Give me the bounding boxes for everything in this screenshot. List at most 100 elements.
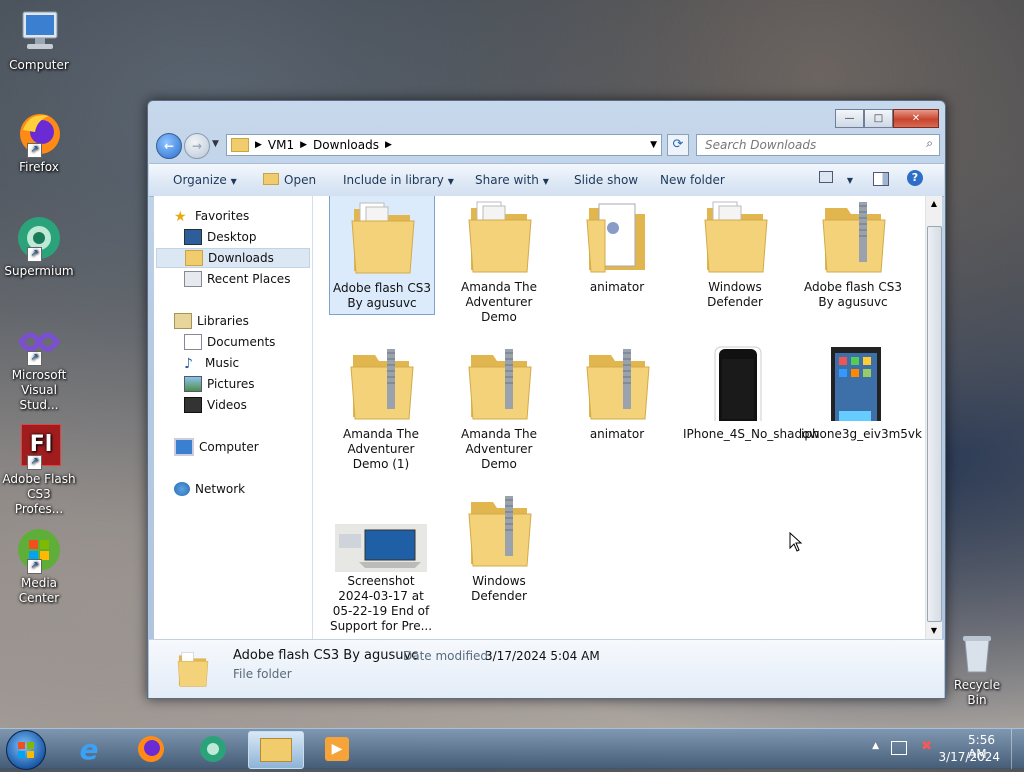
include-in-library-button[interactable]: Include in library ▼ (343, 173, 454, 187)
volume-muted-icon[interactable]: ✖ (921, 739, 932, 754)
visual-studio-icon: ↗ (15, 318, 63, 366)
desktop-icon-supermium[interactable]: ↗ Supermium (2, 214, 76, 279)
forward-button[interactable]: → (184, 133, 210, 159)
file-name: animator (589, 280, 645, 294)
preview-pane-button[interactable] (873, 172, 889, 189)
zip-folder-icon (459, 337, 539, 425)
close-button[interactable]: ✕ (893, 109, 939, 128)
file-name: Amanda The Adventurer Demo (461, 280, 537, 324)
desktop-icon-label: Computer (9, 58, 69, 72)
search-input[interactable]: Search Downloads ⌕ (696, 134, 940, 156)
back-button[interactable]: ← (156, 133, 182, 159)
vertical-scrollbar[interactable]: ▲ ▼ (925, 196, 942, 639)
start-button[interactable] (6, 730, 46, 770)
scroll-down-arrow[interactable]: ▼ (926, 623, 942, 639)
file-name: animator (589, 427, 645, 441)
zip-folder-icon (459, 484, 539, 572)
file-item[interactable]: animator (565, 337, 669, 442)
file-item[interactable]: animator (565, 196, 669, 295)
file-item[interactable]: Windows Defender (447, 484, 551, 604)
screenshot-image-icon (335, 484, 427, 572)
nav-music[interactable]: ♪ Music (184, 353, 239, 373)
recent-pages-dropdown[interactable]: ▼ (212, 139, 219, 149)
address-dropdown-icon[interactable]: ▼ (650, 140, 657, 150)
address-bar[interactable]: ▶ VM1 ▶ Downloads ▶ ▼ (226, 134, 662, 156)
newfolder-label: New folder (660, 173, 725, 187)
supermium-icon: ↗ (15, 214, 63, 262)
file-item[interactable]: Amanda The Adventurer Demo (447, 337, 551, 472)
open-button[interactable]: Open (263, 173, 316, 187)
taskbar-windows-explorer[interactable] (248, 731, 304, 769)
network-tray-icon[interactable] (891, 741, 907, 755)
file-item[interactable]: Amanda The Adventurer Demo (1) (329, 337, 433, 472)
organize-button[interactable]: Organize ▼ (173, 173, 237, 187)
desktop-icon-media-center[interactable]: ↗ Media Center (2, 526, 76, 606)
maximize-button[interactable]: □ (864, 109, 893, 128)
new-folder-button[interactable]: New folder (660, 173, 725, 187)
search-icon[interactable]: ⌕ (926, 136, 933, 151)
file-item[interactable]: Adobe flash CS3 By agusuvc (329, 196, 435, 315)
refresh-button[interactable]: ⟳ (667, 134, 689, 156)
clock-date[interactable]: 3/17/2024 (938, 750, 1000, 764)
nav-network[interactable]: Network (174, 479, 245, 499)
explorer-window: — □ ✕ ← → ▼ ▶ VM1 ▶ Downloads ▶ ▼ ⟳ Sear… (147, 100, 946, 699)
firefox-icon (138, 736, 164, 762)
nav-computer[interactable]: Computer (174, 437, 259, 457)
share-with-button[interactable]: Share with ▼ (475, 173, 549, 187)
chevron-down-icon: ▼ (542, 177, 549, 186)
chevron-down-icon: ▼ (230, 177, 237, 186)
nav-videos[interactable]: Videos (184, 395, 247, 415)
nav-favorites[interactable]: ★ Favorites (174, 206, 249, 226)
nav-downloads[interactable]: Downloads (156, 248, 310, 268)
star-icon: ★ (174, 209, 187, 225)
nav-recent-places[interactable]: Recent Places (184, 269, 290, 289)
scroll-thumb[interactable] (927, 226, 942, 622)
show-desktop-button[interactable] (1011, 729, 1024, 769)
minimize-button[interactable]: — (835, 109, 864, 128)
desktop-icon-label: Firefox (19, 160, 59, 174)
scroll-up-arrow[interactable]: ▲ (926, 196, 942, 212)
documents-icon (184, 334, 202, 350)
breadcrumb-downloads[interactable]: Downloads (313, 138, 379, 152)
details-pane: Adobe flash CS3 By agusuvc Date modified… (149, 639, 944, 698)
desktop-icon-adobe-flash[interactable]: Fl ↗ Adobe Flash CS3 Profes... (2, 422, 76, 517)
nav-pictures[interactable]: Pictures (184, 374, 255, 394)
desktop-icon-computer[interactable]: Computer (2, 8, 76, 73)
file-item[interactable]: IPhone_4S_No_shadow (683, 337, 819, 442)
desktop-icon-recycle-bin[interactable]: Recycle Bin (946, 630, 1008, 708)
taskbar-supermium[interactable] (186, 731, 240, 767)
internet-explorer-icon: e (79, 732, 99, 766)
explorer-folder-icon (260, 738, 292, 762)
folder-icon (695, 196, 775, 278)
help-button[interactable]: ? (907, 170, 923, 186)
details-date-label: Date modified: (403, 649, 493, 663)
slide-show-button[interactable]: Slide show (574, 173, 638, 187)
nav-desktop[interactable]: Desktop (184, 227, 257, 247)
nav-libraries[interactable]: Libraries (174, 311, 249, 331)
file-name: Adobe flash CS3 By agusuvc (804, 280, 902, 309)
desktop-icon-firefox[interactable]: ↗ Firefox (2, 110, 76, 175)
search-placeholder: Search Downloads (705, 138, 817, 152)
file-item[interactable]: Windows Defender (683, 196, 787, 310)
show-hidden-icons-button[interactable]: ▲ (872, 741, 879, 751)
address-row: ← → ▼ ▶ VM1 ▶ Downloads ▶ ▼ ⟳ Search Dow… (156, 133, 940, 159)
command-bar: Organize ▼ Open Include in library ▼ Sha… (149, 163, 944, 197)
breadcrumb-vm1[interactable]: VM1 (268, 138, 294, 152)
taskbar-firefox[interactable] (124, 731, 178, 767)
libraries-icon (174, 313, 192, 329)
desktop-icon-visual-studio[interactable]: ↗ Microsoft Visual Stud... (2, 318, 76, 413)
file-item[interactable]: Screenshot 2024-03-17 at 05-22-19 End of… (329, 484, 433, 634)
taskbar-internet-explorer[interactable]: e (62, 731, 116, 767)
change-view-button[interactable]: ▼ (819, 171, 853, 186)
nav-label: Desktop (207, 230, 257, 244)
computer-icon (15, 8, 63, 56)
nav-documents[interactable]: Documents (184, 332, 275, 352)
desktop-icon-label: Supermium (4, 264, 74, 278)
open-folder-icon (263, 173, 279, 185)
file-item[interactable]: iphone3g_eiv3m5vk (801, 337, 922, 442)
file-item[interactable]: Adobe flash CS3 By agusuvc (801, 196, 905, 310)
nav-label: Computer (199, 440, 259, 454)
nav-label: Music (205, 356, 240, 370)
file-item[interactable]: Amanda The Adventurer Demo (447, 196, 551, 325)
taskbar-media-player[interactable]: ▶ (310, 731, 364, 767)
